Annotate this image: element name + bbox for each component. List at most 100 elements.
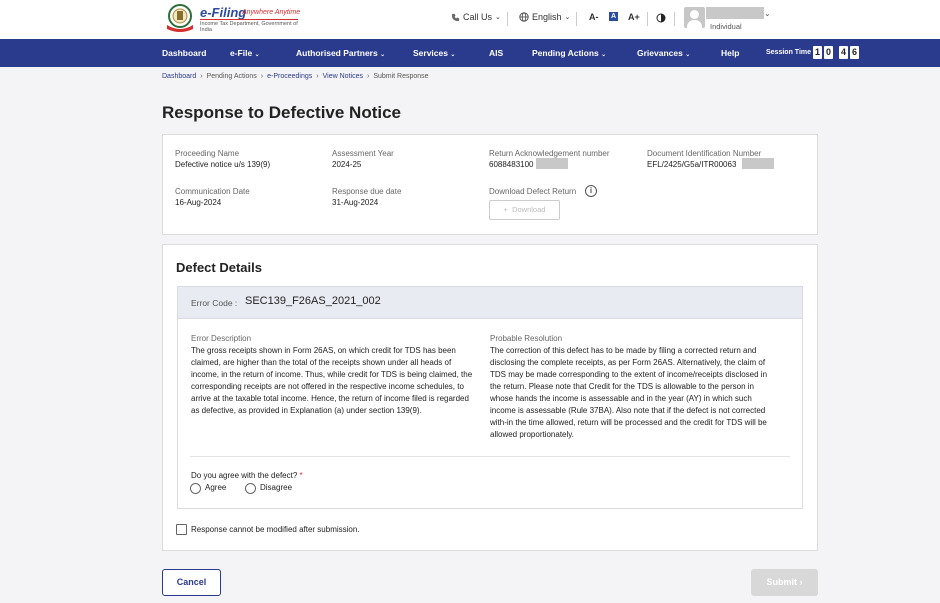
divider [190, 456, 790, 457]
assessment-year-label: Assessment Year [332, 149, 394, 158]
nav-efile[interactable]: e-File ⌄ [230, 39, 260, 67]
phone-icon [451, 13, 460, 21]
chevron-right-icon: › [366, 73, 370, 80]
submit-button[interactable]: Submit › [751, 569, 818, 596]
font-decrease-button[interactable]: A- [589, 12, 599, 22]
nav-help[interactable]: Help [721, 39, 739, 67]
resolution-line: allowed proportionately. [490, 430, 574, 439]
description-line: The gross receipts shown in Form 26AS, o… [191, 346, 456, 355]
user-role: Individual [710, 22, 742, 31]
agree-label[interactable]: Agree [205, 483, 226, 492]
session-digit: 4 [839, 46, 848, 59]
chevron-down-icon: ⌄ [685, 52, 691, 58]
din-label: Document Identification Number [647, 149, 762, 158]
nav-services-label: Services [413, 48, 448, 58]
description-line: income, in the return of income. Thus, w… [191, 370, 473, 379]
chevron-right-icon: › [260, 73, 264, 80]
disagree-radio[interactable] [245, 483, 256, 494]
disagree-label[interactable]: Disagree [260, 483, 292, 492]
submit-button-label: Submit [766, 577, 797, 587]
nav-dashboard[interactable]: Dashboard [162, 39, 206, 67]
required-mark: * [299, 471, 303, 480]
nav-ais[interactable]: AIS [489, 39, 503, 67]
redacted-user-name [706, 7, 764, 19]
nav-efile-label: e-File [230, 48, 253, 58]
font-increase-button[interactable]: A+ [628, 12, 640, 22]
divider [647, 12, 648, 26]
redacted-din-suffix [742, 158, 774, 169]
breadcrumb-pending-actions[interactable]: Pending Actions [207, 73, 257, 80]
breadcrumb-view-notices[interactable]: View Notices [323, 73, 363, 80]
logo-subtitle: Income Tax Department, Government of Ind… [200, 21, 298, 33]
logo-title: e-Filing [200, 5, 247, 20]
resolution-line: income is assessable (Rule 37BA). Also n… [490, 406, 766, 415]
efiling-logo[interactable]: e-Filing Anywhere Anytime Income Tax Dep… [163, 3, 303, 33]
resolution-line: The correction of this defect has to be … [490, 346, 757, 355]
chevron-down-icon: ⌄ [601, 52, 607, 58]
chevron-down-icon: ⌄ [380, 52, 386, 58]
resolution-line: TDS may be made corresponding to the ext… [490, 370, 768, 379]
plus-icon: + [503, 205, 508, 214]
resolution-line: with-in the time allowed, return will be… [490, 418, 767, 427]
page-title: Response to Defective Notice [162, 103, 402, 122]
download-defect-return-label: Download Defect Return [489, 187, 577, 196]
response-due-date-label: Response due date [332, 187, 402, 196]
globe-icon [519, 12, 529, 22]
session-digit: 0 [824, 46, 833, 59]
error-description: The gross receipts shown in Form 26AS, o… [191, 345, 489, 417]
din-value: EFL/2425/G5a/ITR00063 [647, 160, 737, 169]
agree-radio[interactable] [190, 483, 201, 494]
confirm-checkbox[interactable] [176, 524, 187, 535]
agree-question: Do you agree with the defect? * [191, 471, 303, 480]
breadcrumb-e-proceedings[interactable]: e-Proceedings [267, 73, 312, 80]
emblem-icon [167, 4, 193, 32]
resolution-line: the return. Please note that Credit for … [490, 382, 754, 391]
cancel-button[interactable]: Cancel [162, 569, 221, 596]
divider [576, 12, 577, 26]
nav-pending-actions[interactable]: Pending Actions ⌄ [532, 39, 606, 67]
breadcrumb-dashboard[interactable]: Dashboard [162, 73, 196, 80]
nav-grievances[interactable]: Grievances ⌄ [637, 39, 690, 67]
divider [507, 12, 508, 26]
chevron-down-icon[interactable]: ⌄ [764, 9, 771, 18]
communication-date-label: Communication Date [175, 187, 250, 196]
chevron-down-icon: ⌄ [254, 52, 260, 58]
session-time-label: Session Time [766, 49, 812, 56]
avatar[interactable] [684, 7, 705, 28]
error-code-header: Error Code : SEC139_F26AS_2021_002 [177, 286, 803, 319]
nav-authorised-partners[interactable]: Authorised Partners ⌄ [296, 39, 385, 67]
chevron-down-icon: ⌄ [495, 14, 501, 21]
confirm-checkbox-label[interactable]: Response cannot be modified after submis… [191, 525, 360, 534]
session-digit: 1 [813, 46, 822, 59]
call-us-label: Call Us [463, 12, 493, 22]
divider [674, 12, 675, 26]
response-due-date-value: 31-Aug-2024 [332, 198, 379, 207]
description-line: claimed, are higher than the total of th… [191, 358, 452, 367]
font-normal-button[interactable]: A [609, 12, 618, 21]
breadcrumb-submit-response: Submit Response [373, 73, 429, 80]
logo-divider [200, 19, 298, 20]
nav-services[interactable]: Services ⌄ [413, 39, 455, 67]
logo-tagline: Anywhere Anytime [242, 9, 301, 16]
top-bar: e-Filing Anywhere Anytime Income Tax Dep… [0, 0, 940, 39]
call-us-button[interactable]: Call Us ⌄ [451, 12, 501, 22]
main-nav: Dashboard e-File ⌄ Authorised Partners ⌄… [0, 39, 940, 67]
resolution-line: disclosing the complete receipts, as per… [490, 358, 766, 367]
description-line: corresponding receipts are not offered i… [191, 382, 464, 391]
probable-resolution: The correction of this defect has to be … [490, 345, 790, 441]
session-digit: 6 [850, 46, 859, 59]
assessment-year-value: 2024-25 [332, 160, 362, 169]
language-selector[interactable]: English ⌄ [519, 12, 570, 22]
language-label: English [532, 12, 562, 22]
chevron-right-icon: › [316, 73, 319, 80]
chevron-down-icon: ⌄ [450, 52, 456, 58]
nav-authorised-partners-label: Authorised Partners [296, 48, 378, 58]
contrast-icon[interactable] [656, 13, 666, 23]
section-title: Defect Details [176, 260, 262, 275]
download-button[interactable]: + Download [489, 200, 560, 220]
download-button-label: Download [512, 205, 546, 214]
info-icon[interactable]: i [585, 185, 597, 197]
error-code-value: SEC139_F26AS_2021_002 [245, 295, 381, 307]
description-line: arrive at the taxable total income. Henc… [191, 394, 469, 403]
proceeding-name-label: Proceeding Name [175, 149, 240, 158]
